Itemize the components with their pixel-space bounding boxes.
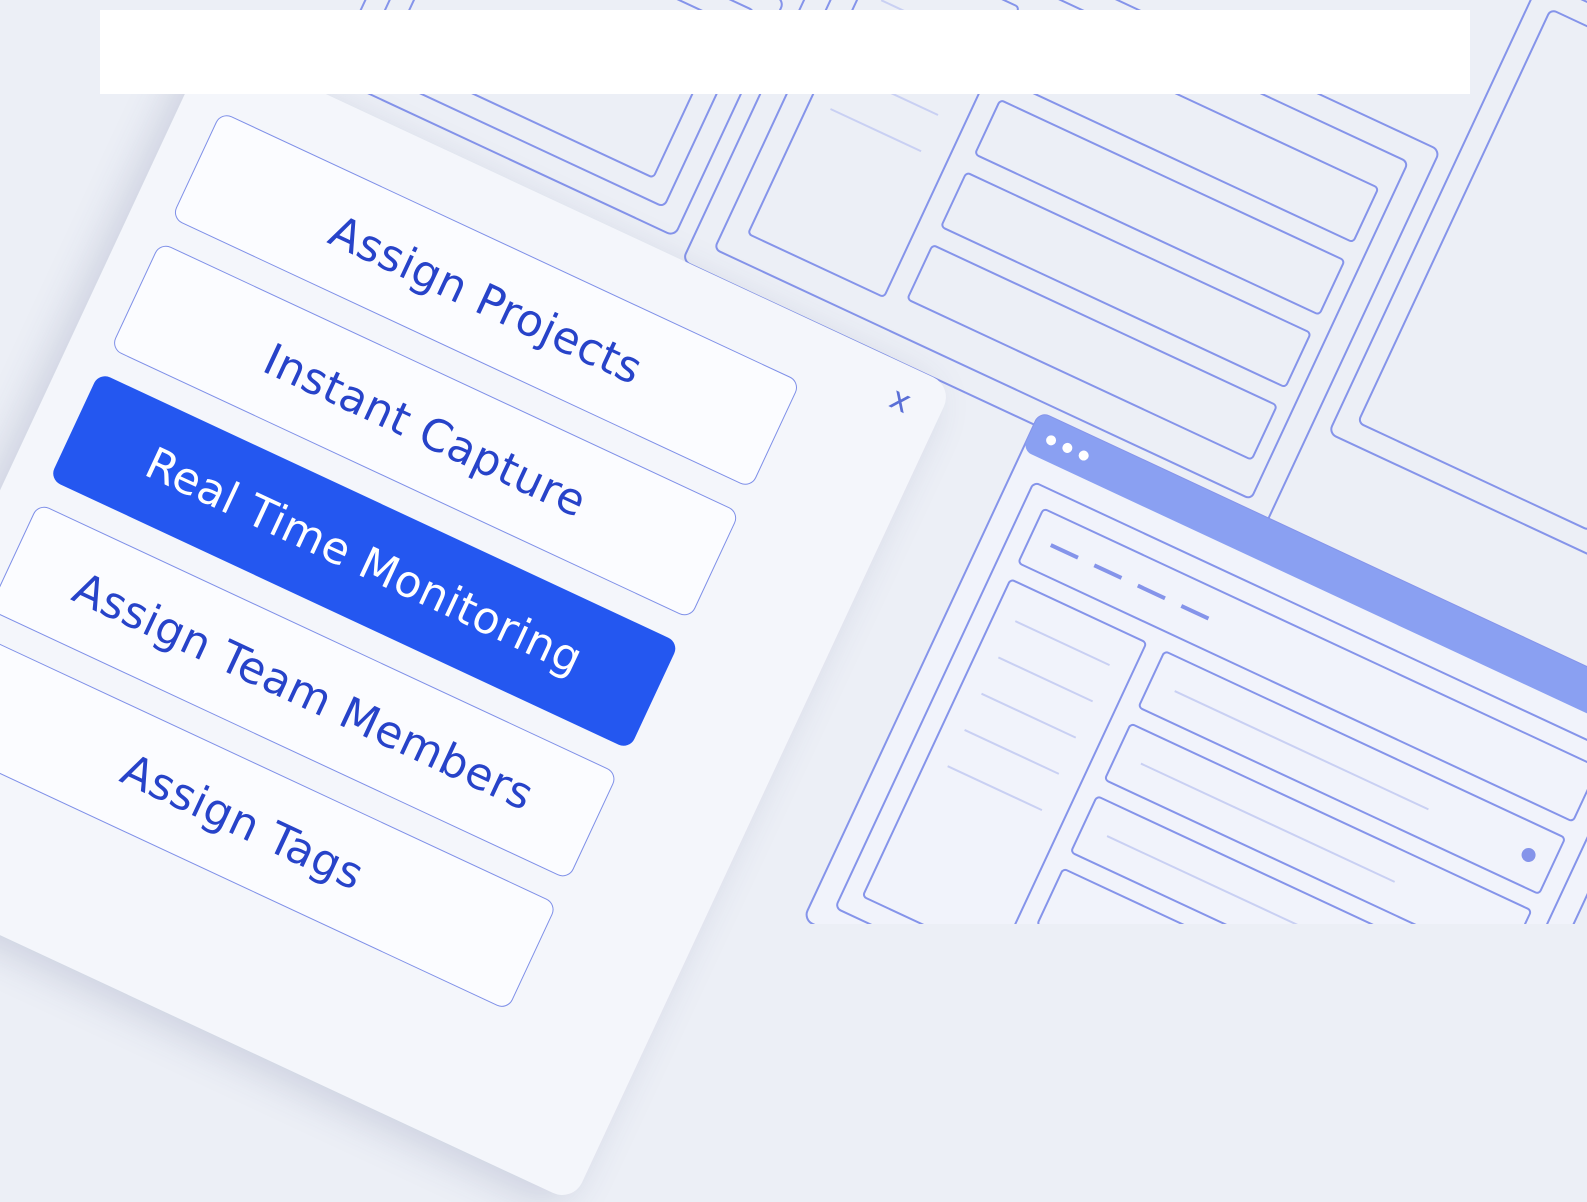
browser-window-wireframe bbox=[805, 414, 1587, 924]
close-icon[interactable]: x bbox=[874, 373, 927, 426]
top-white-banner bbox=[100, 10, 1470, 94]
